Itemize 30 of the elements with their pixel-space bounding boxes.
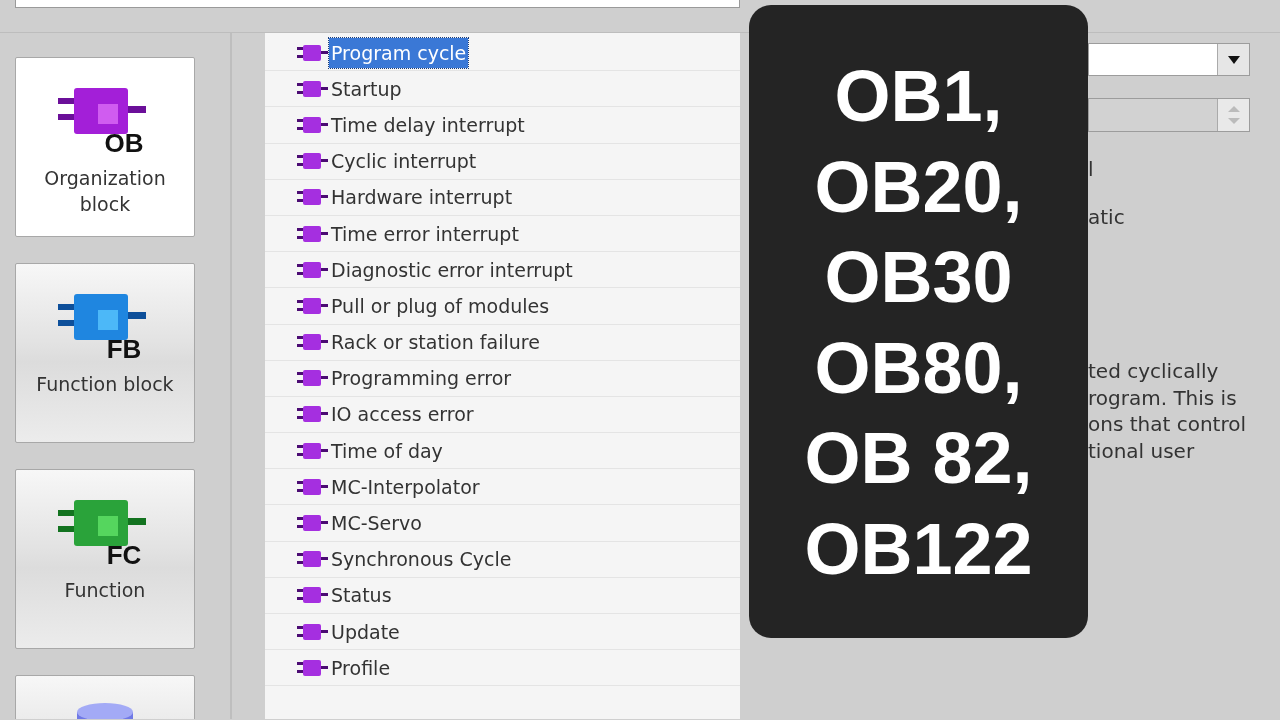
ob-type-item[interactable]: Update bbox=[329, 616, 402, 647]
caption-line: OB80, bbox=[814, 326, 1023, 410]
caption-line: OB30 bbox=[824, 236, 1013, 319]
ob-type-item[interactable]: MC-Servo bbox=[329, 508, 424, 539]
block-type-button[interactable]: FB Function block bbox=[15, 263, 195, 443]
ob-type-item[interactable]: Program cycle bbox=[329, 37, 469, 68]
ob-type-item[interactable]: IO access error bbox=[329, 399, 476, 430]
caption-line: OB1, bbox=[834, 55, 1003, 138]
option-label: l bbox=[1088, 156, 1094, 183]
block-type-button[interactable]: FC Function bbox=[15, 469, 195, 649]
ob-type-item[interactable]: Rack or station failure bbox=[329, 327, 542, 358]
option-label: atic bbox=[1088, 204, 1125, 231]
ob-type-item[interactable]: Programming error bbox=[329, 363, 514, 394]
ob-type-item[interactable]: Profile bbox=[329, 652, 393, 683]
ob-type-item[interactable]: Status bbox=[329, 580, 394, 611]
caption-line: OB122 bbox=[804, 507, 1033, 591]
caption-line: OB 82, bbox=[804, 417, 1033, 500]
ob-type-item[interactable]: MC-Interpolator bbox=[329, 471, 482, 502]
block-type-button[interactable]: OB Organization block bbox=[15, 57, 195, 237]
ob-type-item[interactable]: Diagnostic error interrupt bbox=[329, 254, 575, 285]
ob-type-item[interactable]: Time delay interrupt bbox=[329, 109, 527, 140]
ob-type-item[interactable]: Hardware interrupt bbox=[329, 182, 515, 213]
ob-type-item[interactable]: Startup bbox=[329, 73, 404, 104]
ob-type-item[interactable]: Time of day bbox=[329, 435, 445, 466]
caption-line: OB20, bbox=[814, 145, 1023, 229]
ob-type-item[interactable]: Time error interrupt bbox=[329, 218, 521, 249]
ob-type-item[interactable]: Cyclic interrupt bbox=[329, 146, 479, 177]
description-text: ted cyclically rogram. This is ons that control tional user bbox=[1088, 358, 1247, 464]
ob-type-item[interactable]: Pull or plug of modules bbox=[329, 290, 552, 321]
ob-type-item[interactable]: Synchronous Cycle bbox=[329, 544, 514, 575]
